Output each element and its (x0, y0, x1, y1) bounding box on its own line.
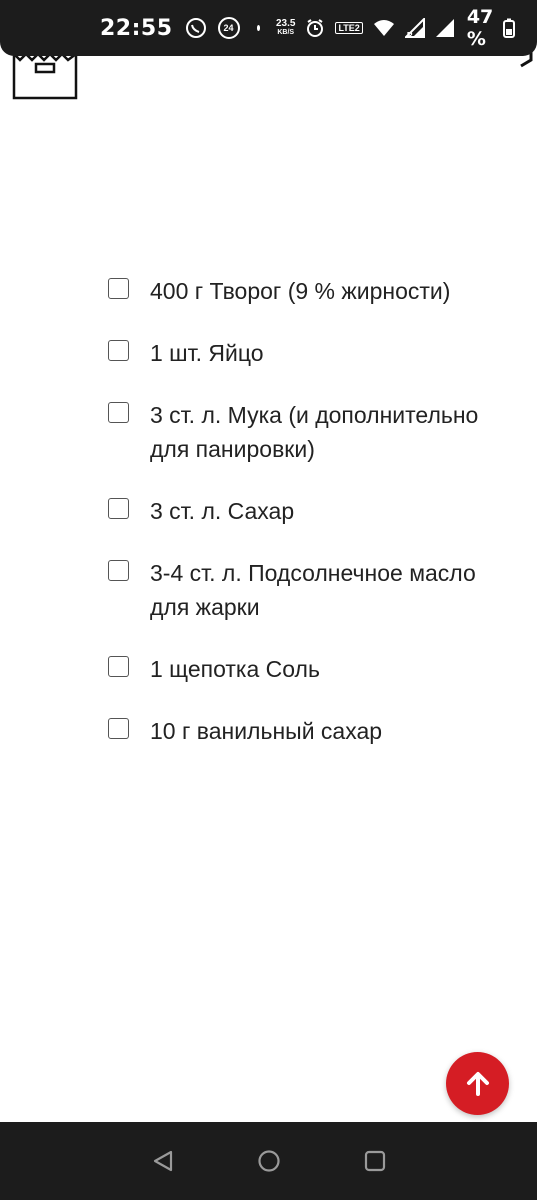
ingredient-label: 1 шт. Яйцо (150, 340, 264, 366)
ingredient-label: 10 г ванильный сахар (150, 718, 383, 744)
home-icon[interactable] (254, 1146, 284, 1176)
ingredient-item[interactable]: 10 г ванильный сахар (108, 714, 508, 748)
ingredient-item[interactable]: 3-4 ст. л. Подсолнечное масло для жарки (108, 556, 508, 624)
back-icon[interactable] (148, 1146, 178, 1176)
viber-icon (185, 17, 207, 39)
ingredient-list: 400 г Творог (9 % жирности) 1 шт. Яйцо 3… (108, 274, 508, 776)
signal-icon-2 (435, 18, 455, 38)
ingredient-item[interactable]: 1 щепотка Соль (108, 652, 508, 686)
ingredient-label: 3 ст. л. Мука (и дополнительно для панир… (150, 402, 479, 462)
ingredient-checkbox[interactable] (108, 402, 129, 423)
signal-icon: R (404, 18, 425, 40)
status-bar: 22:55 24 23.5 KB/S LTE2 R 47 % (0, 0, 537, 56)
ingredient-label: 3 ст. л. Сахар (150, 498, 295, 524)
recents-icon[interactable] (360, 1146, 390, 1176)
roaming-indicator: R (406, 31, 413, 40)
network-speed: 23.5 KB/S (276, 19, 295, 37)
ingredient-checkbox[interactable] (108, 656, 129, 677)
ingredient-item[interactable]: 3 ст. л. Мука (и дополнительно для панир… (108, 398, 508, 466)
ingredient-checkbox[interactable] (108, 718, 129, 739)
ingredient-checkbox[interactable] (108, 498, 129, 519)
wifi-icon (373, 19, 395, 37)
alarm-icon (305, 18, 325, 38)
network-speed-value: 23.5 (276, 18, 296, 29)
ingredient-label: 3-4 ст. л. Подсолнечное масло для жарки (150, 560, 476, 620)
navigation-bar (0, 1122, 537, 1200)
more-notifications-dot (256, 25, 260, 31)
ingredient-item[interactable]: 1 шт. Яйцо (108, 336, 508, 370)
ingredient-label: 1 щепотка Соль (150, 656, 320, 682)
ingredient-item[interactable]: 3 ст. л. Сахар (108, 494, 508, 528)
battery-percent: 47 % (466, 6, 494, 50)
notification-badge-icon: 24 (217, 16, 241, 40)
scroll-to-top-button[interactable] (446, 1052, 509, 1115)
clock: 22:55 (100, 15, 173, 41)
battery-icon (503, 18, 515, 38)
network-speed-unit: KB/S (277, 29, 295, 36)
ingredient-checkbox[interactable] (108, 340, 129, 361)
ingredient-checkbox[interactable] (108, 560, 129, 581)
ingredient-checkbox[interactable] (108, 278, 129, 299)
ingredient-label: 400 г Творог (9 % жирности) (150, 278, 451, 304)
arrow-up-icon (464, 1070, 492, 1098)
volte-icon: LTE2 (335, 22, 363, 34)
notification-badge-count: 24 (223, 23, 234, 33)
ingredient-item[interactable]: 400 г Творог (9 % жирности) (108, 274, 508, 308)
